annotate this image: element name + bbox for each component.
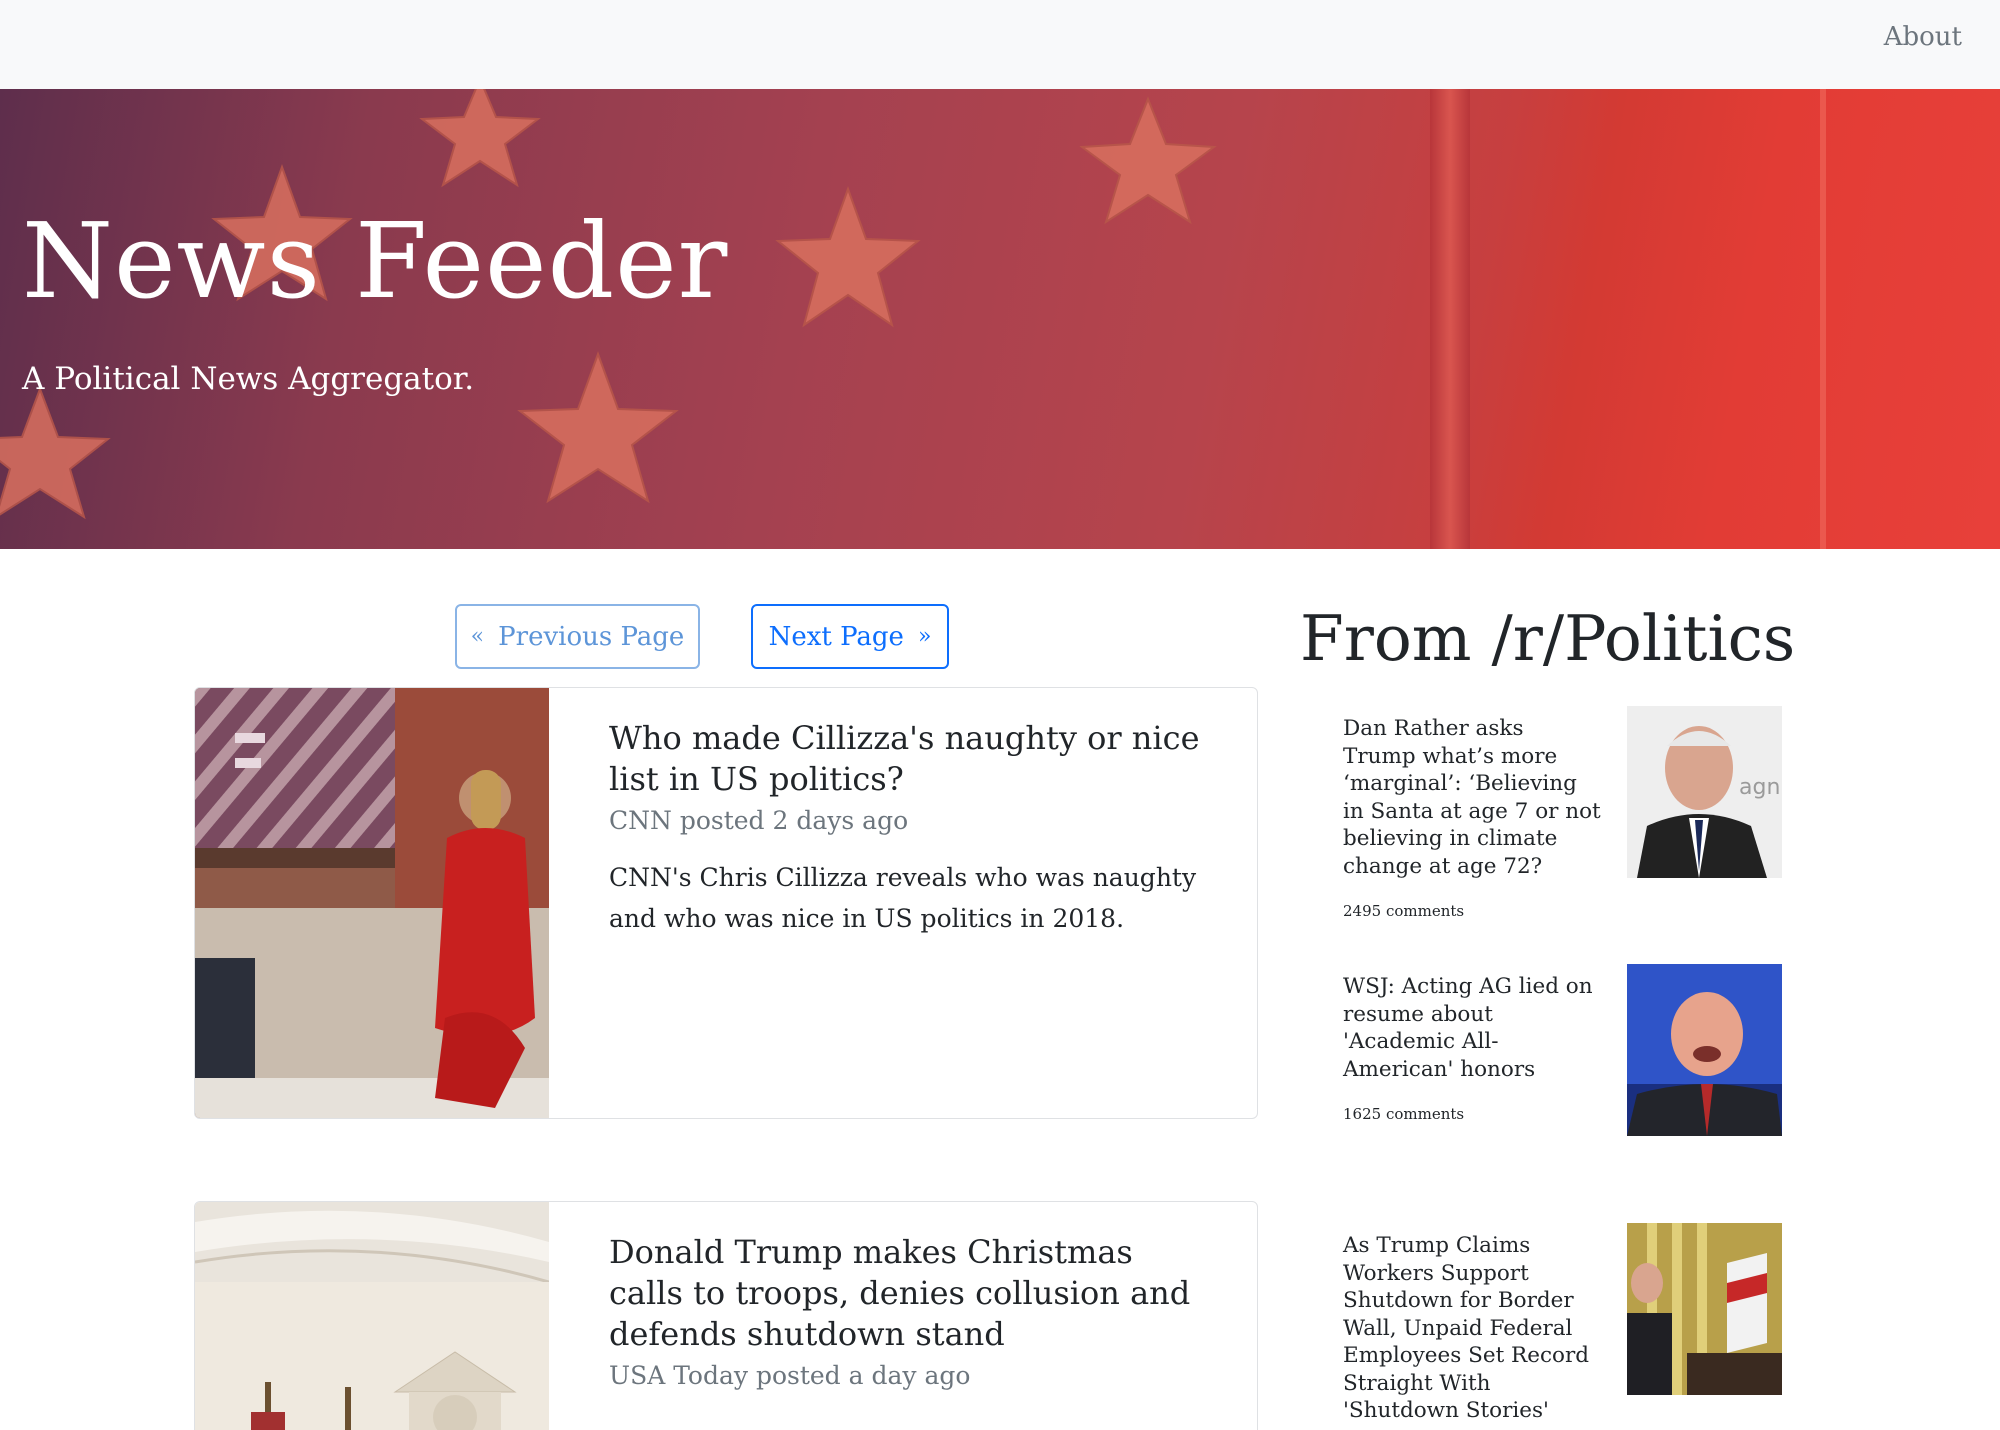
star-shape (419, 89, 541, 188)
site-subtitle: A Political News Aggregator. (22, 361, 475, 397)
star-shape (517, 351, 679, 504)
sidebar-title: From /r/Politics (1300, 602, 1796, 675)
double-chevron-right-icon: » (917, 624, 932, 649)
post-thumbnail[interactable] (1627, 1223, 1782, 1395)
article-card[interactable]: Who made Cillizza's naughty or nice list… (194, 687, 1258, 1119)
article-image (195, 688, 549, 1118)
article-card[interactable]: Donald Trump makes Christmas calls to tr… (194, 1201, 1258, 1430)
article-meta: CNN posted 2 days ago (609, 806, 909, 835)
post-title[interactable]: As Trump Claims Workers Support Shutdown… (1343, 1232, 1601, 1425)
article-body: Donald Trump makes Christmas calls to tr… (609, 1232, 1209, 1390)
star-shape (1079, 96, 1217, 225)
next-page-button[interactable]: Next Page » (751, 604, 949, 669)
post-title[interactable]: Dan Rather asks Trump what’s more ‘margi… (1343, 715, 1601, 880)
reddit-post[interactable]: WSJ: Acting AG lied on resume about 'Aca… (1343, 964, 1783, 1136)
post-image: agn (1627, 706, 1782, 878)
post-thumbnail[interactable] (1627, 964, 1782, 1136)
previous-page-label: Previous Page (498, 621, 685, 652)
top-navbar: About (0, 0, 2000, 89)
article-description: CNN's Chris Cillizza reveals who was nau… (609, 863, 1197, 933)
post-thumbnail[interactable]: agn (1627, 706, 1782, 878)
article-thumbnail[interactable] (195, 688, 549, 1118)
svg-text:agn: agn (1739, 775, 1780, 800)
article-headline[interactable]: Who made Cillizza's naughty or nice list… (609, 718, 1209, 800)
post-title[interactable]: WSJ: Acting AG lied on resume about 'Aca… (1343, 973, 1601, 1083)
article-image (195, 1202, 549, 1430)
reddit-post[interactable]: As Trump Claims Workers Support Shutdown… (1343, 1223, 1783, 1425)
previous-page-button[interactable]: « Previous Page (455, 604, 700, 669)
next-page-label: Next Page (768, 621, 904, 652)
reddit-post[interactable]: Dan Rather asks Trump what’s more ‘margi… (1343, 706, 1783, 920)
post-image (1627, 1223, 1782, 1395)
post-comments[interactable]: 2495 comments (1343, 902, 1783, 920)
star-shape (0, 386, 111, 520)
star-shape (775, 186, 921, 328)
about-link[interactable]: About (1884, 22, 1962, 52)
post-image (1627, 964, 1782, 1136)
article-meta: USA Today posted a day ago (609, 1361, 971, 1390)
double-chevron-left-icon: « (470, 624, 485, 649)
article-body: Who made Cillizza's naughty or nice list… (609, 718, 1209, 939)
article-thumbnail[interactable] (195, 1202, 549, 1430)
hero-banner: News Feeder A Political News Aggregator. (0, 89, 2000, 549)
site-title: News Feeder (22, 200, 729, 322)
article-headline[interactable]: Donald Trump makes Christmas calls to tr… (609, 1232, 1209, 1355)
